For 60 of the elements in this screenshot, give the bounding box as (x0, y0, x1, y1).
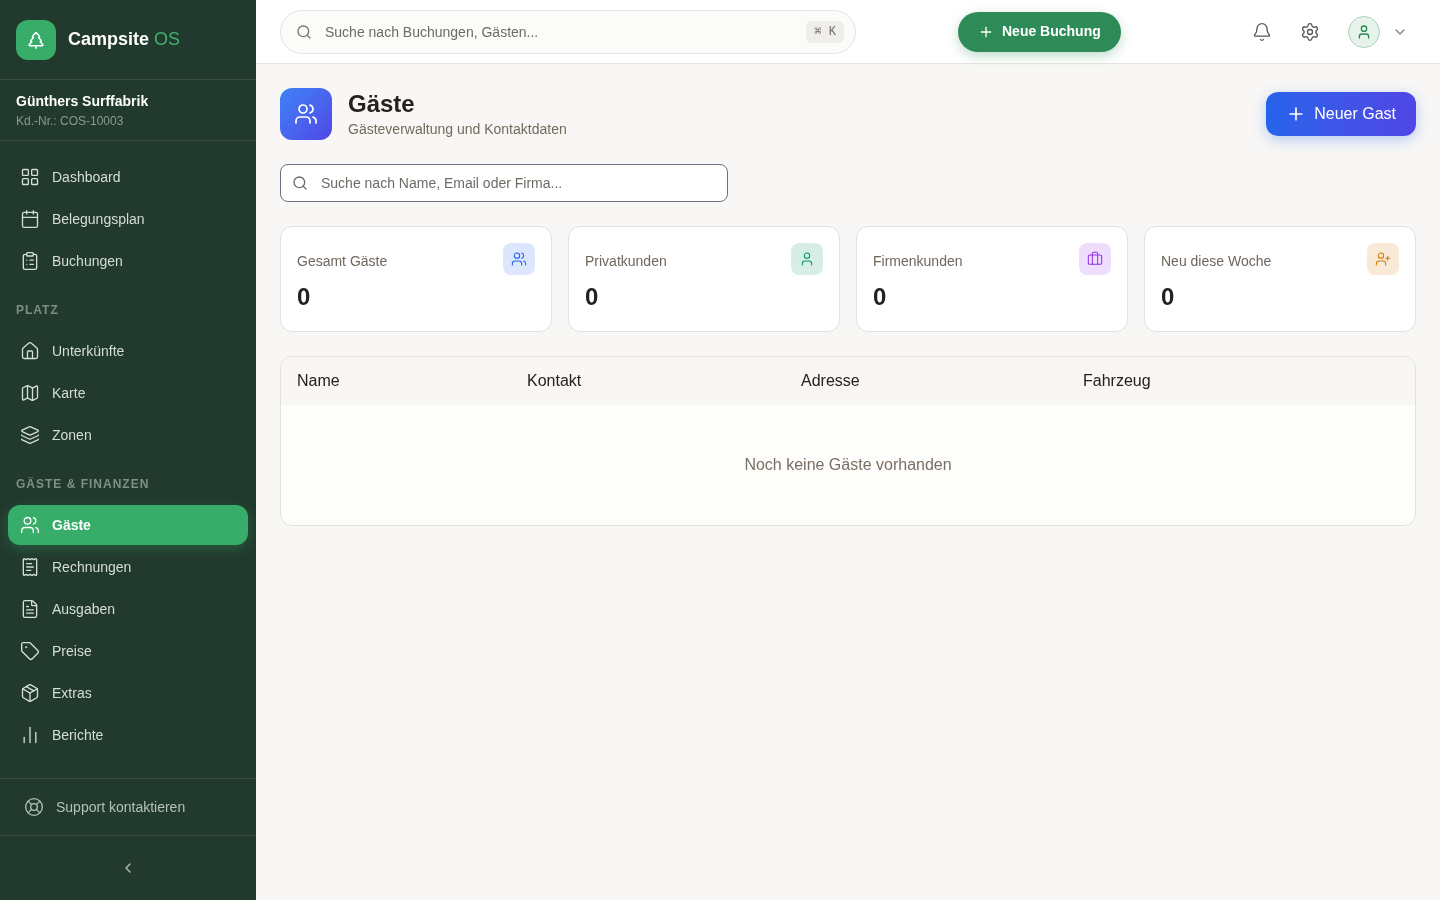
nav-item[interactable]: Karte (8, 373, 248, 413)
tag-icon (20, 641, 40, 661)
nav-item[interactable]: Rechnungen (8, 547, 248, 587)
nav-item[interactable]: Ausgaben (8, 589, 248, 629)
search-icon (292, 175, 308, 191)
page-subtitle: Gästeverwaltung und Kontaktdaten (348, 119, 567, 139)
add-user-icon (1375, 251, 1391, 267)
new-booking-button[interactable]: Neue Buchung (958, 11, 1121, 52)
lifebuoy-icon (24, 797, 44, 817)
users-logo-icon (280, 88, 332, 140)
settings-icon[interactable] (1300, 21, 1320, 42)
column-header: Kontakt (527, 371, 583, 391)
column-header: Fahrzeug (1083, 371, 1152, 391)
column-header: Adresse (801, 371, 861, 391)
stat-value: 0 (297, 282, 312, 312)
stat-value: 0 (873, 282, 888, 312)
users-icon (20, 515, 40, 535)
nav-item[interactable]: Unterkünfte (8, 331, 248, 371)
page-title: Gäste (348, 88, 416, 119)
shortcut-hint: ⌘ K (806, 20, 844, 43)
stat-label: Privatkunden (585, 252, 667, 271)
calendar-icon (20, 209, 40, 229)
support-link[interactable]: Support kontaktieren (24, 796, 186, 818)
receipt-icon (20, 557, 40, 577)
nav-item[interactable]: Extras (8, 673, 248, 713)
clipboard-icon (20, 251, 40, 271)
layers-icon (20, 425, 40, 445)
brand-name: Campsite OS (68, 28, 181, 51)
nav-item[interactable]: Dashboard (8, 157, 248, 197)
user-icon (1356, 23, 1372, 40)
column-header: Name (297, 371, 341, 391)
section-label: PLATZ (15, 302, 60, 319)
map-icon (20, 383, 40, 403)
house-icon (20, 341, 40, 361)
document-icon (20, 599, 40, 619)
stat-value: 0 (1161, 282, 1176, 312)
briefcase-icon (1087, 251, 1103, 267)
stat-value: 0 (585, 282, 600, 312)
nav-item[interactable]: Zonen (8, 415, 248, 455)
nav-item[interactable]: Belegungsplan (8, 199, 248, 239)
account-name: Günthers Surffabrik (16, 91, 150, 111)
tree-logo-icon (16, 19, 56, 60)
avatar[interactable] (1348, 15, 1380, 48)
search-icon (296, 23, 312, 40)
section-label: GÄSTE & FINANZEN (15, 476, 151, 493)
new-guest-button[interactable]: Neuer Gast (1266, 92, 1416, 136)
customer-number: Kd.-Nr.: COS-10003 (16, 112, 125, 130)
nav-item[interactable]: Berichte (8, 715, 248, 755)
bell-icon[interactable] (1252, 21, 1272, 42)
guest-search-field[interactable]: Suche nach Name, Email oder Firma... (280, 164, 728, 202)
nav-item[interactable]: Buchungen (8, 241, 248, 281)
stat-label: Neu diese Woche (1161, 252, 1272, 271)
box-icon (20, 683, 40, 703)
users-icon (511, 251, 527, 267)
stat-label: Gesamt Gäste (297, 252, 388, 271)
user-icon (799, 251, 815, 267)
dashboard-icon (20, 167, 40, 187)
empty-state-text: Noch keine Gäste vorhanden (744, 455, 952, 475)
nav-item[interactable]: Preise (8, 631, 248, 671)
stat-label: Firmenkunden (873, 252, 963, 271)
